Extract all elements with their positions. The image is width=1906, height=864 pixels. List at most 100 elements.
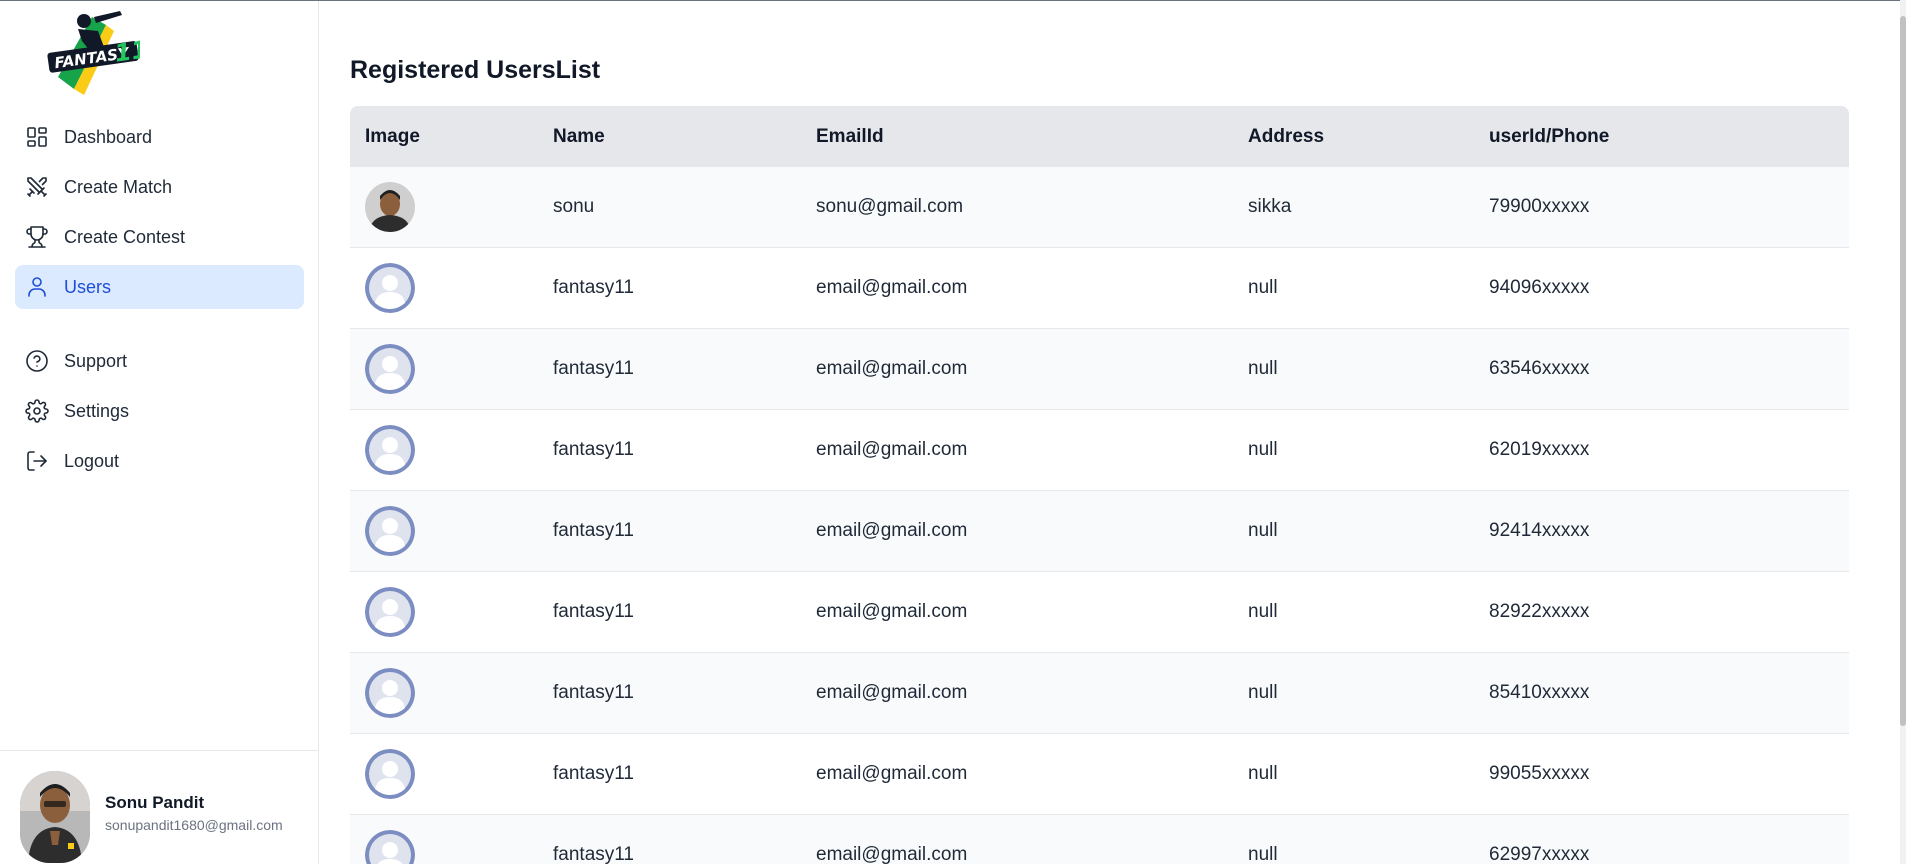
phone-cell: 94096xxxxx: [1489, 277, 1590, 298]
name-cell: fantasy11: [553, 358, 634, 379]
phone-cell: 82922xxxxx: [1489, 601, 1590, 622]
sidebar-item-label: Create Contest: [64, 226, 186, 247]
phone-cell: 79900xxxxx: [1489, 196, 1590, 217]
profile-name: Sonu Pandit: [105, 793, 205, 812]
sidebar-item-settings[interactable]: Settings: [15, 389, 304, 433]
sidebar-item-support[interactable]: Support: [15, 339, 304, 383]
image-cell: [350, 263, 553, 313]
default-avatar-icon: [365, 587, 415, 637]
users-table: Image Name EmailId Address userId/Phone …: [350, 106, 1849, 864]
help-circle-icon: [25, 349, 49, 373]
column-header-email: EmailId: [816, 125, 884, 147]
email-cell: email@gmail.com: [816, 520, 968, 541]
phone-cell: 63546xxxxx: [1489, 358, 1590, 379]
gear-icon: [25, 399, 49, 423]
table-row[interactable]: fantasy11 email@gmail.com null 99055xxxx…: [350, 734, 1849, 815]
email-cell: email@gmail.com: [816, 358, 968, 379]
sidebar-item-label: Settings: [64, 400, 130, 421]
table-row[interactable]: fantasy11 email@gmail.com null 62997xxxx…: [350, 815, 1849, 864]
default-avatar-icon: [365, 749, 415, 799]
address-cell: null: [1248, 844, 1278, 864]
image-cell: [350, 344, 553, 394]
column-header-name: Name: [553, 125, 605, 147]
user-icon: [25, 275, 49, 299]
email-cell: email@gmail.com: [816, 763, 968, 784]
address-cell: null: [1248, 601, 1278, 622]
page-scrollbar[interactable]: [1900, 0, 1906, 864]
user-photo: [365, 182, 415, 232]
name-cell: fantasy11: [553, 763, 634, 784]
table-header: Image Name EmailId Address userId/Phone: [350, 106, 1849, 167]
name-cell: sonu: [553, 196, 595, 217]
address-cell: null: [1248, 277, 1278, 298]
default-avatar-icon: [365, 263, 415, 313]
address-cell: null: [1248, 358, 1278, 379]
address-cell: sikka: [1248, 196, 1292, 217]
table-row[interactable]: fantasy11 email@gmail.com null 92414xxxx…: [350, 491, 1849, 572]
page-title: Registered UsersList: [350, 56, 601, 84]
address-cell: null: [1248, 520, 1278, 541]
svg-text:11: 11: [113, 35, 140, 67]
name-cell: fantasy11: [553, 277, 634, 298]
email-cell: email@gmail.com: [816, 601, 968, 622]
name-cell: fantasy11: [553, 439, 634, 460]
image-cell: [350, 506, 553, 556]
column-header-address: Address: [1248, 125, 1325, 147]
image-cell: [350, 182, 553, 232]
image-cell: [350, 425, 553, 475]
phone-cell: 85410xxxxx: [1489, 682, 1590, 703]
default-avatar-icon: [365, 668, 415, 718]
image-cell: [350, 668, 553, 718]
sidebar-item-create-match[interactable]: Create Match: [15, 165, 304, 209]
phone-cell: 62019xxxxx: [1489, 439, 1590, 460]
column-header-phone: userId/Phone: [1489, 125, 1610, 147]
table-row[interactable]: fantasy11 email@gmail.com null 82922xxxx…: [350, 572, 1849, 653]
sidebar-item-create-contest[interactable]: Create Contest: [15, 215, 304, 259]
sidebar-item-dashboard[interactable]: Dashboard: [15, 115, 304, 159]
main-content: Registered UsersList Image Name EmailId …: [320, 1, 1900, 864]
scrollbar-thumb[interactable]: [1900, 16, 1906, 726]
name-cell: fantasy11: [553, 520, 634, 541]
sidebar-item-label: Dashboard: [64, 126, 153, 147]
table-row[interactable]: fantasy11 email@gmail.com null 94096xxxx…: [350, 248, 1849, 329]
address-cell: null: [1248, 763, 1278, 784]
avatar: [20, 771, 90, 863]
crossed-swords-icon: [25, 175, 49, 199]
phone-cell: 92414xxxxx: [1489, 520, 1590, 541]
sidebar-item-label: Support: [64, 350, 128, 371]
table-row[interactable]: sonu sonu@gmail.com sikka 79900xxxxx: [350, 167, 1849, 248]
sidebar-item-users[interactable]: Users: [15, 265, 304, 309]
default-avatar-icon: [365, 425, 415, 475]
sidebar-item-label: Create Match: [64, 176, 173, 197]
sidebar-item-label: Logout: [64, 450, 120, 471]
sidebar-item-label: Users: [64, 276, 112, 297]
image-cell: [350, 830, 553, 864]
email-cell: sonu@gmail.com: [816, 196, 964, 217]
name-cell: fantasy11: [553, 601, 634, 622]
table-row[interactable]: fantasy11 email@gmail.com null 85410xxxx…: [350, 653, 1849, 734]
sidebar: FANTASY 11 Dashboard Create Match Create…: [0, 1, 319, 864]
email-cell: email@gmail.com: [816, 844, 968, 864]
email-cell: email@gmail.com: [816, 439, 968, 460]
phone-cell: 62997xxxxx: [1489, 844, 1590, 864]
sidebar-item-logout[interactable]: Logout: [15, 439, 304, 483]
profile-email: sonupandit1680@gmail.com: [105, 817, 283, 833]
table-row[interactable]: fantasy11 email@gmail.com null 63546xxxx…: [350, 329, 1849, 410]
address-cell: null: [1248, 439, 1278, 460]
name-cell: fantasy11: [553, 682, 634, 703]
user-profile[interactable]: Sonu Pandit sonupandit1680@gmail.com: [0, 750, 318, 864]
trophy-icon: [25, 225, 49, 249]
column-header-image: Image: [365, 125, 420, 147]
name-cell: fantasy11: [553, 844, 634, 864]
image-cell: [350, 749, 553, 799]
dashboard-icon: [25, 125, 49, 149]
sidebar-nav: Dashboard Create Match Create Contest Us…: [15, 115, 304, 483]
default-avatar-icon: [365, 830, 415, 864]
image-cell: [350, 587, 553, 637]
default-avatar-icon: [365, 506, 415, 556]
table-row[interactable]: fantasy11 email@gmail.com null 62019xxxx…: [350, 410, 1849, 491]
phone-cell: 99055xxxxx: [1489, 763, 1590, 784]
email-cell: email@gmail.com: [816, 277, 968, 298]
fantasy11-logo[interactable]: FANTASY 11: [44, 7, 150, 101]
logout-icon: [25, 449, 49, 473]
